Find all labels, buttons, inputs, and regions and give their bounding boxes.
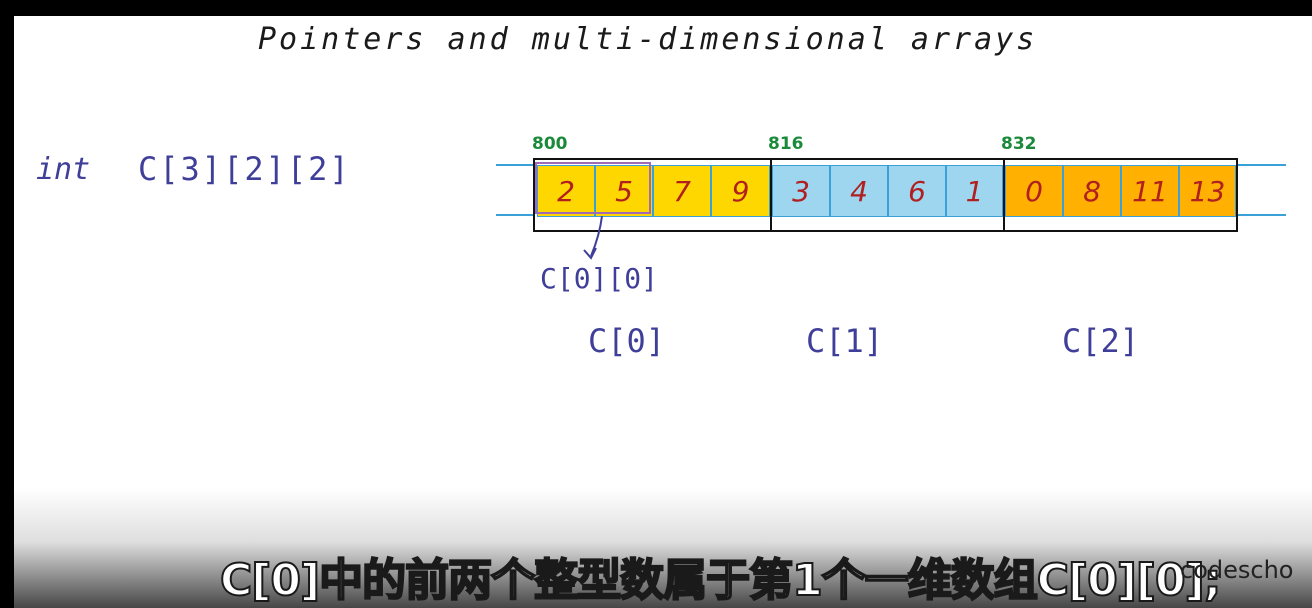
array-cell: 6 [888,165,946,217]
declaration-name: C[3][2][2] [138,150,351,188]
array-cell: 2 [537,165,595,217]
array-cell: 9 [711,165,770,217]
board-title: Pointers and multi-dimensional arrays [258,22,1038,57]
array-cell: 7 [653,165,711,217]
channel-watermark: codescho [1180,556,1294,584]
whiteboard [14,16,1312,608]
array-cell: 3 [772,165,830,217]
block-label-2: C[2] [1062,322,1140,360]
array-cell: 1 [946,165,1003,217]
array-cell: 8 [1063,165,1121,217]
video-subtitle: C[0]中的前两个整型数属于第1个一维数组C[0][0]; [219,554,1222,607]
block-label-0: C[0] [588,322,666,360]
array-cell: 11 [1121,165,1179,217]
address-label-2: 832 [1001,134,1037,154]
pointer-label: C[0][0] [540,262,659,295]
memory-array: 2 5 7 9 3 4 6 1 0 8 11 13 [533,158,1238,232]
address-label-0: 800 [532,134,568,154]
array-cell: 4 [830,165,888,217]
array-cell: 13 [1179,165,1236,217]
block-label-1: C[1] [806,322,884,360]
array-cell: 0 [1005,165,1063,217]
address-label-1: 816 [768,134,804,154]
declaration-type: int [36,152,91,187]
array-cell: 5 [595,165,653,217]
